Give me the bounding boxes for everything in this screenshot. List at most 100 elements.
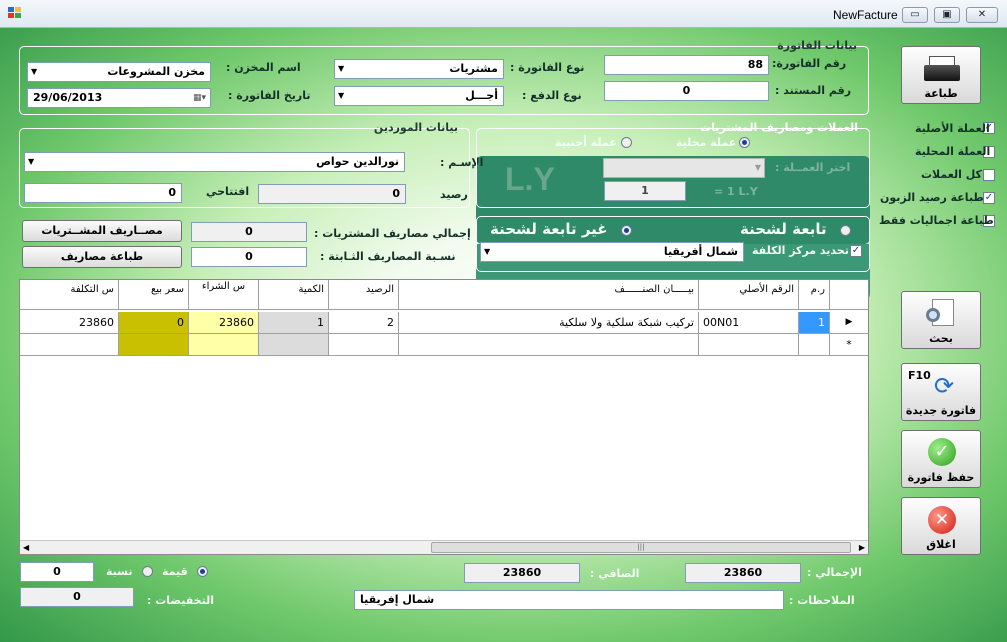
document-number-label: رقم المستند :: [775, 84, 852, 97]
store-select[interactable]: ▼ مخزن المشروعات: [27, 62, 211, 82]
window-title: NewFacture: [833, 8, 898, 22]
all-currencies-label: كل العملات: [921, 168, 982, 181]
cell-buy-price[interactable]: 23860: [189, 312, 259, 334]
invoice-items-grid[interactable]: ر.م الرقم الأصلي بيـــــان الصنــــــف ا…: [19, 279, 869, 555]
print-button[interactable]: طباعة: [901, 46, 981, 104]
invoice-date-label: تاريخ الفاتورة :: [228, 89, 311, 102]
purchase-expenses-button[interactable]: مصــاريف المشــتريات: [22, 220, 182, 242]
net-total-input: 23860: [464, 563, 580, 583]
invoice-number-label: رقم الفاتورة:: [772, 57, 847, 70]
cell-balance[interactable]: 2: [329, 312, 399, 334]
discount-value-label: قيمة: [162, 565, 188, 578]
chevron-down-icon: ▼: [338, 64, 345, 73]
title-bar: NewFacture ▭ ▣ ✕: [0, 0, 1007, 28]
new-row-selector[interactable]: *: [830, 334, 868, 356]
payment-type-select[interactable]: ▼ أجـــل: [334, 86, 504, 106]
chevron-down-icon: ▼: [31, 67, 38, 76]
invoice-type-select[interactable]: ▼ مشتريات: [334, 59, 504, 79]
save-invoice-button[interactable]: ✓ حفظ فاتورة: [901, 430, 981, 488]
not-attached-shipment-label: غير تابعة لشحنة: [490, 220, 608, 238]
discount-percent-label: نسبة: [106, 565, 133, 578]
supplier-name-select[interactable]: ▼ نورالدين حواص: [24, 152, 405, 172]
new-cell-quantity[interactable]: [259, 334, 329, 356]
cost-center-checkbox[interactable]: ✓: [850, 245, 862, 257]
new-cell-buy-price[interactable]: [189, 334, 259, 356]
horizontal-scrollbar[interactable]: ◀ ||| ▶: [20, 540, 868, 554]
new-cell-description[interactable]: [399, 334, 699, 356]
column-header-code[interactable]: الرقم الأصلي: [699, 280, 799, 310]
foreign-currency-radio[interactable]: [621, 137, 632, 148]
close-form-button[interactable]: ✕ اغلاق: [901, 497, 981, 555]
chevron-down-icon: ▼: [484, 247, 491, 256]
column-header-rm[interactable]: ر.م: [799, 280, 830, 310]
fixed-expenses-input[interactable]: 0: [191, 247, 307, 267]
app-icon: [8, 7, 22, 19]
chevron-down-icon: ▼: [28, 157, 35, 166]
cell-description[interactable]: تركيب شبكة سلكية ولا سلكية: [399, 312, 699, 334]
net-total-label: الصافي :: [590, 567, 640, 580]
cell-code[interactable]: 00N01: [699, 312, 799, 334]
store-name-label: اسم المخزن :: [226, 61, 301, 74]
chevron-down-icon: ▼: [338, 91, 345, 100]
new-cell-balance[interactable]: [329, 334, 399, 356]
search-button[interactable]: بحث: [901, 291, 981, 349]
discount-value-radio[interactable]: [197, 566, 208, 577]
checkmark-icon: ✓: [928, 438, 956, 466]
print-customer-balance-checkbox[interactable]: ✓: [983, 192, 995, 204]
row-selector[interactable]: ▶: [830, 312, 868, 334]
calendar-icon[interactable]: ▦▾: [193, 89, 206, 107]
invoice-date-value: 29/06/2013: [33, 91, 103, 104]
exchange-rate-input: 1: [604, 181, 686, 201]
scroll-right-icon[interactable]: ▶: [859, 541, 865, 554]
cell-rm[interactable]: 1: [799, 312, 830, 334]
f10-key-label: F10: [908, 369, 931, 382]
close-window-button[interactable]: ✕: [966, 7, 998, 23]
invoice-number-input[interactable]: 88: [604, 55, 769, 75]
column-header-cost[interactable]: س التكلفة: [20, 280, 119, 310]
local-currency-option-label: العملة المحلية: [915, 145, 991, 158]
currency-symbol: L.Y: [505, 161, 555, 197]
new-cell-rm[interactable]: [799, 334, 830, 356]
document-number-input[interactable]: 0: [604, 81, 769, 101]
column-header-sell-price[interactable]: سعر بيع: [119, 280, 189, 310]
choose-currency-label: اختر العمــلة :: [775, 161, 851, 174]
column-header-balance[interactable]: الرصيد: [329, 280, 399, 310]
new-cell-cost[interactable]: [20, 334, 119, 356]
chevron-down-icon: ▼: [754, 163, 761, 172]
invoice-date-picker[interactable]: 29/06/2013 ▦▾: [27, 88, 211, 108]
currency-group-title: العملات ومصاريف المشتريات: [700, 121, 858, 134]
print-expenses-button[interactable]: طباعة مصاريف: [22, 246, 182, 268]
print-customer-balance-label: طباعة رصيد الزبون: [880, 191, 984, 204]
column-header-description[interactable]: بيـــــان الصنــــــف: [399, 280, 699, 310]
foreign-currency-label: عملة أجنبية: [555, 136, 617, 149]
cell-quantity[interactable]: 1: [259, 312, 329, 334]
cost-center-select[interactable]: ▼ شمال أفريقيا: [480, 242, 744, 262]
currency-select[interactable]: ▼: [603, 158, 765, 178]
maximize-button[interactable]: ▣: [934, 7, 960, 23]
minimize-button[interactable]: ▭: [902, 7, 928, 23]
column-header-buy-price[interactable]: س الشراء: [189, 280, 259, 310]
suppliers-group-title: بيانات الموردين: [373, 121, 458, 134]
notes-input[interactable]: شمال إفريقيا: [354, 590, 784, 610]
rowheader-corner: [830, 280, 868, 310]
attached-shipment-label: تابعة لشحنة: [740, 220, 827, 238]
scroll-thumb[interactable]: |||: [431, 542, 851, 553]
new-cell-code[interactable]: [699, 334, 799, 356]
local-currency-radio[interactable]: [739, 137, 750, 148]
not-attached-shipment-radio[interactable]: [621, 225, 632, 236]
scroll-left-icon[interactable]: ◀: [23, 541, 29, 554]
cell-sell-price[interactable]: 0: [119, 312, 189, 334]
cell-cost[interactable]: 23860: [20, 312, 119, 334]
opening-balance-input[interactable]: 0: [24, 183, 182, 203]
discount-percent-radio[interactable]: [142, 566, 153, 577]
new-cell-sell-price[interactable]: [119, 334, 189, 356]
supplier-balance-label: رصيد: [440, 188, 468, 201]
discount-amount-input[interactable]: 0: [20, 562, 94, 582]
column-header-quantity[interactable]: الكمية: [259, 280, 329, 310]
original-currency-label: العملة الأصلية: [915, 122, 990, 135]
invoice-group-title: بيانات الفاتورة: [777, 39, 857, 52]
invoice-type-label: نوع الفاتورة :: [510, 61, 585, 74]
all-currencies-checkbox[interactable]: [983, 169, 995, 181]
new-invoice-button[interactable]: F10 ⟳ فاتورة جديدة: [901, 363, 981, 421]
attached-shipment-radio[interactable]: [840, 225, 851, 236]
